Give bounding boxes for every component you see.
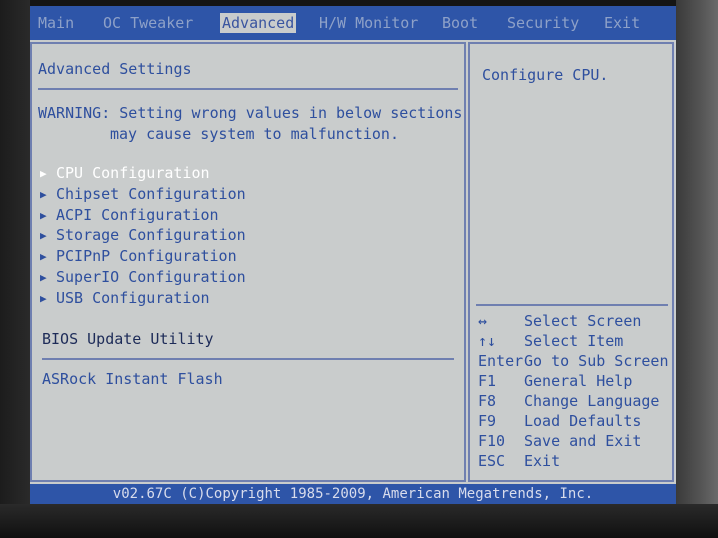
key-hint-select-screen: ↔ Select Screen (478, 312, 641, 332)
key-hint-label: Select Item (524, 332, 624, 350)
key-hint-f1: F1 General Help (478, 372, 632, 392)
menu-item-acpi-configuration[interactable]: ▶ ACPI Configuration (40, 206, 219, 226)
key-name: F10 (478, 432, 506, 450)
key-hint-select-item: ↑↓ Select Item (478, 332, 623, 352)
triangle-right-icon: ▶ (40, 209, 47, 222)
tab-exit[interactable]: Exit (604, 13, 640, 33)
menu-item-superio-configuration[interactable]: ▶ SuperIO Configuration (40, 268, 246, 288)
triangle-right-icon: ▶ (40, 271, 47, 284)
tab-boot[interactable]: Boot (442, 13, 478, 33)
key-hint-label: Select Screen (524, 312, 642, 330)
copyright-status-bar: v02.67C (C)Copyright 1985-2009, American… (30, 484, 676, 504)
help-divider (476, 304, 668, 306)
key-hint-f10: F10 Save and Exit (478, 432, 641, 452)
left-right-arrows-icon: ↔ (478, 312, 488, 330)
tab-advanced[interactable]: Advanced (220, 13, 297, 33)
key-hint-f9: F9 Load Defaults (478, 412, 641, 432)
menu-item-label: USB Configuration (56, 289, 210, 307)
triangle-right-icon: ▶ (40, 167, 47, 180)
key-name: Enter (478, 352, 524, 370)
monitor-bezel-bottom (0, 504, 718, 538)
tab-oc-tweaker[interactable]: OC Tweaker (103, 13, 193, 33)
monitor-bezel-right (676, 0, 718, 538)
menu-item-label: SuperIO Configuration (56, 268, 246, 286)
menu-item-usb-configuration[interactable]: ▶ USB Configuration (40, 289, 210, 309)
tab-security[interactable]: Security (507, 13, 579, 33)
menu-item-chipset-configuration[interactable]: ▶ Chipset Configuration (40, 185, 246, 205)
warning-line-1: WARNING: Setting wrong values in below s… (38, 104, 463, 122)
menu-bar: Main OC Tweaker Advanced H/W Monitor Boo… (30, 6, 676, 40)
copyright-text: v02.67C (C)Copyright 1985-2009, American… (112, 486, 594, 502)
key-hint-label: Go to Sub Screen (524, 352, 669, 370)
title-divider (38, 88, 458, 90)
section-divider (42, 358, 454, 360)
key-hint-enter: EnterGo to Sub Screen (478, 352, 669, 372)
key-name: F9 (478, 412, 497, 430)
key-hint-f8: F8 Change Language (478, 392, 659, 412)
key-hint-label: General Help (524, 372, 633, 390)
key-hint-label: Exit (524, 452, 561, 470)
tab-hw-monitor[interactable]: H/W Monitor (319, 13, 418, 33)
menu-item-label: Storage Configuration (56, 226, 246, 244)
triangle-right-icon: ▶ (40, 229, 47, 242)
key-hint-label: Change Language (524, 392, 660, 410)
menu-item-asrock-instant-flash[interactable]: ASRock Instant Flash (42, 370, 223, 388)
triangle-right-icon: ▶ (40, 292, 47, 305)
key-hint-esc: ESC Exit (478, 452, 560, 472)
warning-line-2: may cause system to malfunction. (110, 125, 399, 143)
tab-main[interactable]: Main (38, 13, 74, 33)
settings-panel: Advanced Settings WARNING: Setting wrong… (30, 42, 466, 482)
monitor-bezel-left (0, 0, 30, 538)
section-title-bios-update: BIOS Update Utility (42, 330, 214, 348)
bios-screen: Main OC Tweaker Advanced H/W Monitor Boo… (30, 6, 676, 504)
triangle-right-icon: ▶ (40, 188, 47, 201)
up-down-arrows-icon: ↑↓ (478, 332, 497, 350)
menu-item-cpu-configuration[interactable]: ▶ CPU Configuration (40, 164, 210, 184)
key-name: F8 (478, 392, 497, 410)
menu-item-label: Chipset Configuration (56, 185, 246, 203)
menu-item-pcipnp-configuration[interactable]: ▶ PCIPnP Configuration (40, 247, 237, 267)
key-hint-label: Save and Exit (524, 432, 642, 450)
menu-item-label: CPU Configuration (56, 164, 210, 182)
key-name: ESC (478, 452, 506, 470)
menu-item-label: ACPI Configuration (56, 206, 219, 224)
key-hint-label: Load Defaults (524, 412, 642, 430)
help-text: Configure CPU. (482, 66, 609, 84)
menu-item-storage-configuration[interactable]: ▶ Storage Configuration (40, 226, 246, 246)
menu-item-label: PCIPnP Configuration (56, 247, 237, 265)
help-panel: Configure CPU. ↔ Select Screen ↑↓ Select I… (468, 42, 674, 482)
panel-title: Advanced Settings (38, 60, 192, 78)
key-name: F1 (478, 372, 497, 390)
triangle-right-icon: ▶ (40, 250, 47, 263)
